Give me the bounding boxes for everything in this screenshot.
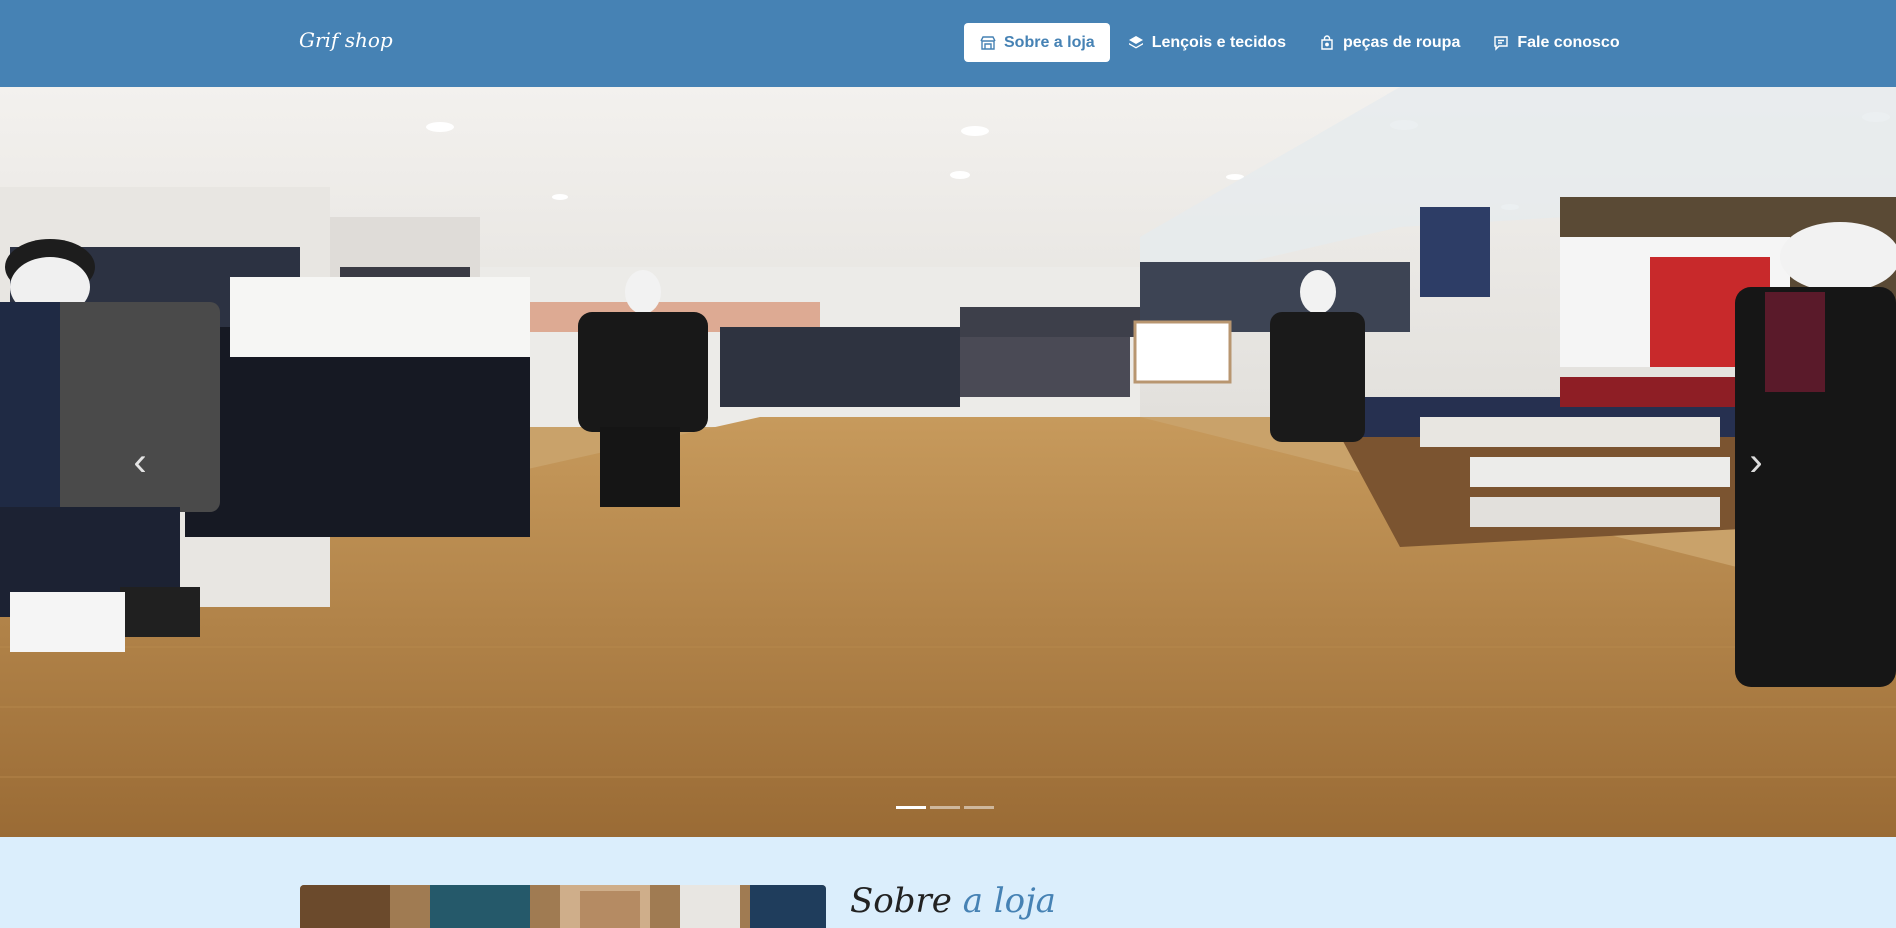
hero-carousel: ‹ ›	[0, 87, 1896, 837]
about-title-accent: a loja	[962, 881, 1056, 921]
store-interior-image	[0, 87, 1896, 837]
chat-icon	[1492, 35, 1510, 51]
carousel-indicator-3[interactable]	[964, 806, 994, 809]
store-icon	[979, 35, 997, 51]
nav-item-label: Fale conosco	[1517, 33, 1620, 51]
brand-logo[interactable]: Grif shop	[299, 28, 393, 52]
nav-links: Sobre a loja Lençois e tecidos peças de …	[964, 23, 1637, 62]
nav-item-label: peças de roupa	[1342, 33, 1461, 51]
about-section: Sobre a loja	[0, 837, 1896, 928]
carousel-prev-button[interactable]: ‹	[120, 437, 160, 487]
nav-item-sobre-a-loja[interactable]: Sobre a loja	[964, 23, 1110, 62]
nav-item-fale-conosco[interactable]: Fale conosco	[1477, 23, 1634, 62]
layers-icon	[1127, 35, 1145, 51]
about-title-part1: Sobre	[850, 881, 952, 921]
about-image	[300, 885, 826, 928]
carousel-next-button[interactable]: ›	[1736, 437, 1776, 487]
nav-item-lencois-e-tecidos[interactable]: Lençois e tecidos	[1112, 23, 1301, 62]
nav-item-pecas-de-roupa[interactable]: peças de roupa	[1303, 23, 1475, 62]
shopping-bag-icon	[1318, 34, 1336, 51]
navbar: Grif shop Sobre a loja Lençois e tecidos…	[0, 0, 1896, 87]
nav-item-label: Lençois e tecidos	[1151, 33, 1286, 51]
carousel-indicators	[896, 806, 998, 809]
chevron-left-icon: ‹	[133, 440, 147, 484]
nav-item-label: Sobre a loja	[1004, 33, 1095, 51]
chevron-right-icon: ›	[1749, 440, 1763, 484]
carousel-indicator-1[interactable]	[896, 806, 926, 809]
about-title: Sobre a loja	[850, 881, 1056, 921]
carousel-indicator-2[interactable]	[930, 806, 960, 809]
